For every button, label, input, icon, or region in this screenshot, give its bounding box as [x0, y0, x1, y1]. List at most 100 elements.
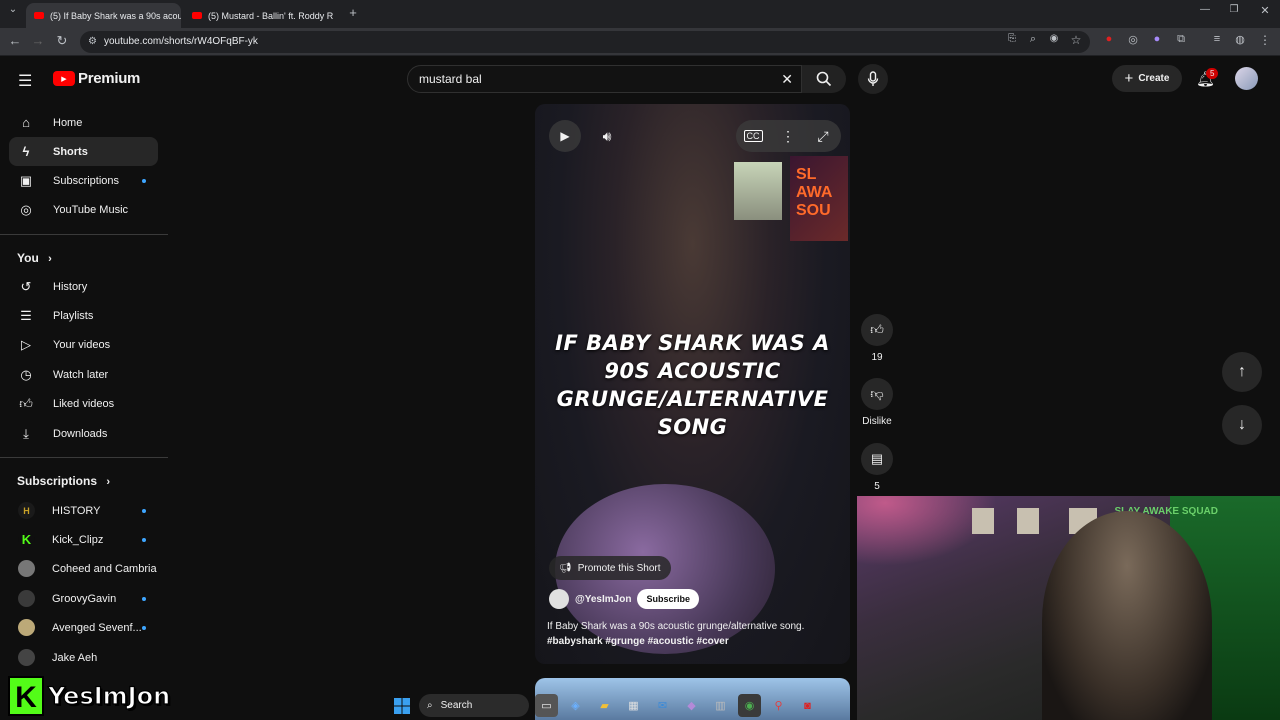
- windows-start-icon[interactable]: [390, 694, 413, 717]
- forward-icon[interactable]: →: [29, 33, 47, 48]
- channel-info: @YesImJon Subscribe: [549, 589, 699, 609]
- fullscreen-icon: ⤢: [817, 127, 829, 144]
- sidebar-sub-groovygavin[interactable]: GroovyGavin: [9, 584, 158, 613]
- dislike-button[interactable]: 👎︎: [861, 378, 893, 410]
- new-content-dot: [142, 625, 146, 630]
- channel-avatar[interactable]: [549, 589, 569, 609]
- sidebar-item-playlists[interactable]: ☰ Playlists: [9, 301, 158, 330]
- store-icon[interactable]: ▦: [622, 694, 645, 717]
- mail-icon[interactable]: ✉: [651, 694, 674, 717]
- app-red-icon[interactable]: ◙: [796, 694, 819, 717]
- sidebar-item-label: YouTube Music: [53, 203, 129, 216]
- extension-purple-icon[interactable]: ●: [1148, 33, 1166, 45]
- close-tab-icon[interactable]: ✕: [339, 9, 340, 22]
- thumbs-down-icon: 👎︎: [870, 386, 884, 401]
- channel-avatar: [18, 649, 35, 666]
- sidebar-sub-history[interactable]: H HISTORY: [9, 496, 158, 525]
- short-description[interactable]: If Baby Shark was a 90s acoustic grunge/…: [547, 619, 804, 649]
- chevron-right-icon: ›: [48, 253, 52, 265]
- close-window-icon[interactable]: ✕: [1256, 4, 1274, 17]
- browser-tab[interactable]: (5) Mustard - Ballin' ft. Roddy R ✕: [184, 3, 340, 28]
- new-tab-icon[interactable]: +: [344, 5, 362, 20]
- address-bar-row: ← → ↻ ⚙ youtube.com/shorts/rW4OFqBF-yk ⎘…: [0, 28, 1280, 56]
- site-info-icon[interactable]: ⚙: [88, 31, 97, 53]
- previous-short-button[interactable]: ↑: [1222, 352, 1262, 392]
- new-content-dot: [142, 537, 146, 542]
- comments-button[interactable]: ▤: [861, 443, 893, 475]
- volume-button[interactable]: 🔊︎: [591, 120, 623, 152]
- sidebar-item-subscriptions[interactable]: ▣ Subscriptions: [9, 166, 158, 195]
- chrome-menu-icon[interactable]: ⋮: [1256, 33, 1274, 47]
- taskbar-search-box[interactable]: ⌕ Search: [419, 694, 529, 717]
- extension-circle-icon[interactable]: ◎: [1124, 33, 1142, 46]
- channel-name[interactable]: @YesImJon: [575, 594, 631, 605]
- sidebar-item-watch-later[interactable]: ◷ Watch later: [9, 360, 158, 389]
- short-video-player[interactable]: SL AWA SOU ▶ 🔊︎ CC ⋮ ⤢ IF BABY SHARK WAS…: [535, 104, 850, 664]
- tab-title: (5) Mustard - Ballin' ft. Roddy R: [208, 10, 334, 21]
- sidebar-sub-avenged[interactable]: Avenged Sevenf...: [9, 613, 158, 642]
- back-icon[interactable]: ←: [6, 33, 24, 48]
- map-pin-icon[interactable]: ⚲: [767, 694, 790, 717]
- channel-avatar: K: [18, 531, 35, 548]
- sidebar-item-your-videos[interactable]: ▷ Your videos: [9, 330, 158, 359]
- create-button[interactable]: + Create: [1112, 65, 1182, 92]
- watch-later-icon: ◷: [20, 366, 32, 382]
- profile-icon[interactable]: ◍: [1231, 33, 1249, 46]
- play-button[interactable]: ▶: [549, 120, 581, 152]
- arrow-down-icon: ↓: [1238, 416, 1246, 433]
- you-title-text: You: [17, 251, 39, 265]
- zoom-icon[interactable]: ⌕: [1024, 33, 1042, 46]
- chrome-icon[interactable]: ◉: [738, 694, 761, 717]
- copilot-icon[interactable]: ◈: [564, 694, 587, 717]
- captions-button[interactable]: CC: [737, 120, 769, 152]
- sidebar-item-liked-videos[interactable]: 👍︎ Liked videos: [9, 389, 158, 418]
- task-view-icon[interactable]: ▭: [535, 694, 558, 717]
- more-options-button[interactable]: ⋮: [772, 120, 804, 152]
- you-section-title[interactable]: You ›: [17, 251, 52, 265]
- like-button[interactable]: 👍︎: [861, 314, 893, 346]
- browser-tab-active[interactable]: (5) If Baby Shark was a 90s acou ✕: [26, 3, 181, 28]
- app-icon[interactable]: ◆: [680, 694, 703, 717]
- sidebar-item-home[interactable]: ⌂ Home: [9, 108, 158, 137]
- subscribe-button[interactable]: Subscribe: [637, 589, 699, 609]
- promote-short-button[interactable]: 📢︎ Promote this Short: [549, 556, 671, 580]
- sidebar: ⌂ Home ϟ Shorts ▣ Subscriptions ◎ YouTube Mu…: [0, 56, 170, 720]
- hashtags[interactable]: #babyshark #grunge #acoustic #cover: [547, 634, 804, 649]
- sidebar-item-history[interactable]: ↺ History: [9, 272, 158, 301]
- url-field[interactable]: ⚙ youtube.com/shorts/rW4OFqBF-yk: [80, 31, 1090, 53]
- fullscreen-button[interactable]: ⤢: [807, 120, 839, 152]
- sidebar-item-shorts[interactable]: ϟ Shorts: [9, 137, 158, 166]
- install-app-icon[interactable]: ⎘: [1003, 33, 1021, 44]
- minimize-icon[interactable]: —: [1196, 4, 1214, 15]
- sidebar-sub-jake-aeh[interactable]: Jake Aeh: [9, 643, 158, 672]
- extensions-puzzle-icon[interactable]: ⧉: [1172, 33, 1190, 46]
- extension-red-icon[interactable]: ●: [1100, 33, 1118, 45]
- sidebar-item-label: Home: [53, 116, 83, 129]
- eye-off-icon[interactable]: ◉: [1045, 33, 1063, 44]
- volume-icon: 🔊︎: [602, 127, 612, 144]
- voice-search-button[interactable]: [858, 64, 888, 94]
- sidebar-item-downloads[interactable]: ⤓ Downloads: [9, 419, 158, 448]
- subscriptions-section-title[interactable]: Subscriptions ›: [17, 474, 110, 488]
- tab-search-icon[interactable]: ⌄: [4, 4, 22, 15]
- app-icon[interactable]: ▥: [709, 694, 732, 717]
- media-controls-icon[interactable]: ≡: [1208, 33, 1226, 45]
- search-input[interactable]: mustard bal ✕: [407, 65, 802, 93]
- file-explorer-icon[interactable]: ▰: [593, 694, 616, 717]
- clear-search-icon[interactable]: ✕: [781, 66, 793, 92]
- sidebar-divider: [0, 457, 168, 458]
- new-content-dot: [142, 508, 146, 513]
- sidebar-item-youtube-music[interactable]: ◎ YouTube Music: [9, 195, 158, 224]
- sidebar-sub-coheed[interactable]: Coheed and Cambria: [9, 554, 158, 583]
- sidebar-sub-kick-clipz[interactable]: K Kick_Clipz: [9, 525, 158, 554]
- bookmark-star-icon[interactable]: ☆: [1067, 33, 1085, 47]
- restore-icon[interactable]: ❐: [1225, 4, 1243, 15]
- sidebar-item-label: Watch later: [53, 368, 109, 381]
- reload-icon[interactable]: ↻: [53, 33, 71, 49]
- account-avatar[interactable]: [1235, 67, 1258, 90]
- downloads-icon: ⤓: [23, 425, 29, 441]
- dislike-label: Dislike: [862, 416, 892, 427]
- promote-label: Promote this Short: [577, 562, 661, 574]
- search-button[interactable]: [802, 65, 846, 93]
- next-short-button[interactable]: ↓: [1222, 405, 1262, 445]
